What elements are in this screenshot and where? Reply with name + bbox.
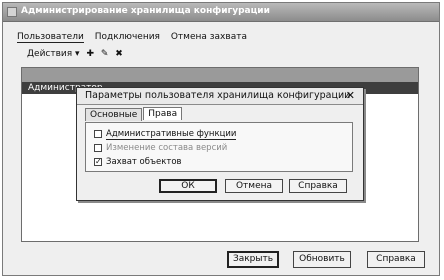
help-button[interactable]: Справка xyxy=(289,179,347,193)
tab-connections[interactable]: Подключения xyxy=(95,32,160,42)
window-titlebar: Администрирование хранилища конфигурации xyxy=(3,3,439,22)
add-icon[interactable]: ✚ xyxy=(86,49,94,59)
checkbox-label: Административные функции xyxy=(106,129,237,140)
app-icon xyxy=(7,7,17,17)
close-icon[interactable]: ✕ xyxy=(346,89,355,102)
ok-button[interactable]: ОК xyxy=(159,179,217,193)
checkbox-label: Изменение состава версий xyxy=(106,143,228,153)
user-params-dialog: Параметры пользователя хранилища конфигу… xyxy=(76,87,364,201)
dialog-tabs: Основные Права xyxy=(85,107,183,122)
delete-icon[interactable]: ✖ xyxy=(115,49,123,59)
tab-rights[interactable]: Права xyxy=(143,107,183,120)
toolbar: Действия ▾ ✚ ✎ ✖ xyxy=(27,49,123,63)
close-button[interactable]: Закрыть xyxy=(227,251,279,268)
dialog-titlebar: Параметры пользователя хранилища конфигу… xyxy=(77,88,363,105)
checkbox-box[interactable] xyxy=(94,144,102,152)
refresh-button[interactable]: Обновить xyxy=(293,251,351,268)
main-tabs: Пользователи Подключения Отмена захвата xyxy=(17,32,255,44)
window-title: Администрирование хранилища конфигурации xyxy=(21,6,270,16)
tab-release-lock[interactable]: Отмена захвата xyxy=(171,32,247,42)
repository-admin-window: Администрирование хранилища конфигурации… xyxy=(2,2,440,276)
checkbox-label: Захват объектов xyxy=(106,157,182,167)
tab-general[interactable]: Основные xyxy=(85,108,143,121)
list-header xyxy=(22,68,418,83)
actions-menu[interactable]: Действия ▾ xyxy=(27,49,80,59)
checkbox-box[interactable] xyxy=(94,130,102,138)
footer-help-button[interactable]: Справка xyxy=(367,251,425,268)
checkbox-box[interactable]: ✓ xyxy=(94,158,102,166)
admin-functions-checkbox[interactable]: Административные функции xyxy=(94,129,237,140)
rights-panel: Административные функции Изменение соста… xyxy=(85,122,353,172)
tab-users[interactable]: Пользователи xyxy=(17,32,84,43)
edit-icon[interactable]: ✎ xyxy=(101,49,109,59)
cancel-button[interactable]: Отмена xyxy=(225,179,283,193)
dialog-title: Параметры пользователя хранилища конфигу… xyxy=(85,90,351,101)
version-change-checkbox[interactable]: Изменение состава версий xyxy=(94,143,227,154)
object-lock-checkbox[interactable]: ✓ Захват объектов xyxy=(94,157,182,168)
